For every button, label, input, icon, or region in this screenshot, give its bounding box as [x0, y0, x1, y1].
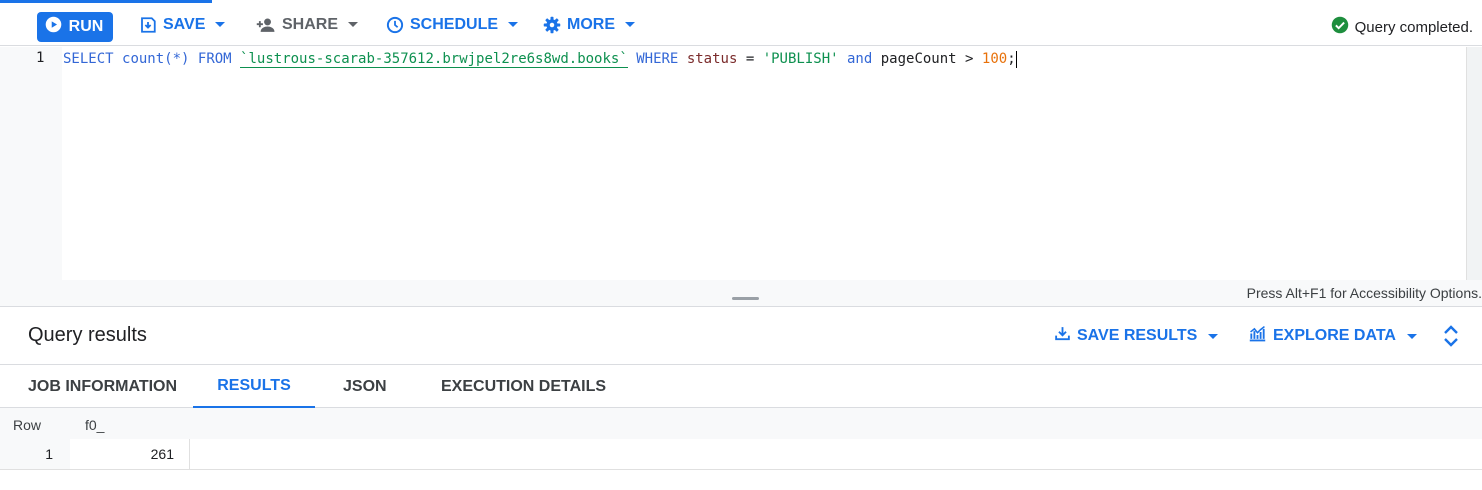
number-literal: 100 — [981, 51, 1008, 67]
sql-editor[interactable]: 1 SELECT count(*) FROM `lustrous-scarab-… — [0, 47, 1482, 281]
string-literal: 'PUBLISH' — [762, 51, 839, 67]
check-circle-icon — [1331, 16, 1349, 38]
person-add-icon — [256, 17, 276, 33]
text-cursor — [1015, 50, 1017, 68]
table-cell[interactable]: 261 — [70, 439, 190, 469]
line-number: 1 — [36, 50, 45, 66]
keyword-and: and — [847, 51, 873, 67]
results-title: Query results — [28, 324, 147, 346]
code-line[interactable]: SELECT count(*) FROM `lustrous-scarab-35… — [63, 50, 1017, 68]
operator-eq: = — [745, 51, 755, 67]
download-icon — [1054, 325, 1071, 347]
semicolon: ; — [1007, 51, 1016, 67]
tab-job-information[interactable]: JOB INFORMATION — [28, 365, 177, 408]
column-pagecount: pageCount — [880, 51, 957, 67]
clock-icon — [386, 16, 404, 34]
tab-execution-details[interactable]: EXECUTION DETAILS — [441, 365, 606, 408]
tab-results[interactable]: RESULTS — [193, 365, 315, 408]
gear-icon — [543, 16, 561, 34]
save-label: SAVE — [163, 16, 206, 33]
chart-icon — [1248, 325, 1267, 347]
chevron-down-icon — [508, 22, 519, 28]
table-reference[interactable]: `lustrous-scarab-357612.brwjpel2re6s8wd.… — [240, 51, 628, 68]
column-header-row: Row — [13, 417, 42, 433]
schedule-button[interactable]: SCHEDULE — [378, 10, 526, 40]
chevron-down-icon — [625, 22, 635, 28]
function-count: count(*) — [122, 51, 190, 67]
table-header: Row f0_ — [0, 408, 1482, 439]
share-button[interactable]: SHARE — [248, 10, 366, 40]
explore-data-button[interactable]: EXPLORE DATA — [1248, 323, 1417, 349]
line-gutter: 1 — [0, 47, 62, 281]
play-circle-icon — [45, 16, 62, 38]
cell-value: 261 — [150, 446, 174, 462]
chevron-down-icon — [1208, 327, 1219, 345]
editor-footer: Press Alt+F1 for Accessibility Options. — [0, 280, 1482, 307]
share-label: SHARE — [282, 16, 339, 33]
keyword-select: SELECT — [63, 51, 114, 67]
table-row: 1 261 — [0, 439, 1482, 470]
operator-gt: > — [965, 51, 974, 67]
more-button[interactable]: MORE — [535, 10, 643, 40]
query-toolbar: RUN SAVE SHARE SCHEDULE MORE Query compl… — [0, 3, 1482, 46]
save-icon — [139, 16, 157, 34]
run-label: RUN — [68, 18, 104, 35]
column-header-f0: f0_ — [85, 417, 105, 433]
row-number-cell: 1 — [0, 439, 70, 469]
row-number: 1 — [45, 446, 53, 462]
keyword-from: FROM — [197, 51, 232, 67]
accessibility-hint: Press Alt+F1 for Accessibility Options. — [1246, 285, 1482, 301]
more-label: MORE — [567, 16, 615, 33]
save-results-label: SAVE RESULTS — [1077, 327, 1198, 344]
column-status: status — [686, 51, 738, 67]
resize-handle[interactable] — [732, 297, 759, 300]
run-button[interactable]: RUN — [37, 12, 113, 42]
schedule-label: SCHEDULE — [410, 16, 499, 33]
keyword-where: WHERE — [636, 51, 679, 67]
status-text: Query completed. — [1354, 18, 1473, 36]
results-tabs: JOB INFORMATION RESULTS JSON EXECUTION D… — [0, 364, 1482, 408]
chevron-down-icon — [1406, 327, 1417, 345]
tab-json[interactable]: JSON — [343, 365, 387, 408]
explore-data-label: EXPLORE DATA — [1273, 327, 1396, 344]
query-status: Query completed. — [1331, 16, 1473, 38]
save-results-button[interactable]: SAVE RESULTS — [1054, 323, 1219, 349]
unfold-icon[interactable] — [1443, 324, 1459, 353]
chevron-down-icon — [348, 22, 359, 28]
chevron-down-icon — [215, 22, 226, 28]
editor-scrollbar[interactable] — [1466, 47, 1482, 281]
save-button[interactable]: SAVE — [131, 10, 233, 40]
